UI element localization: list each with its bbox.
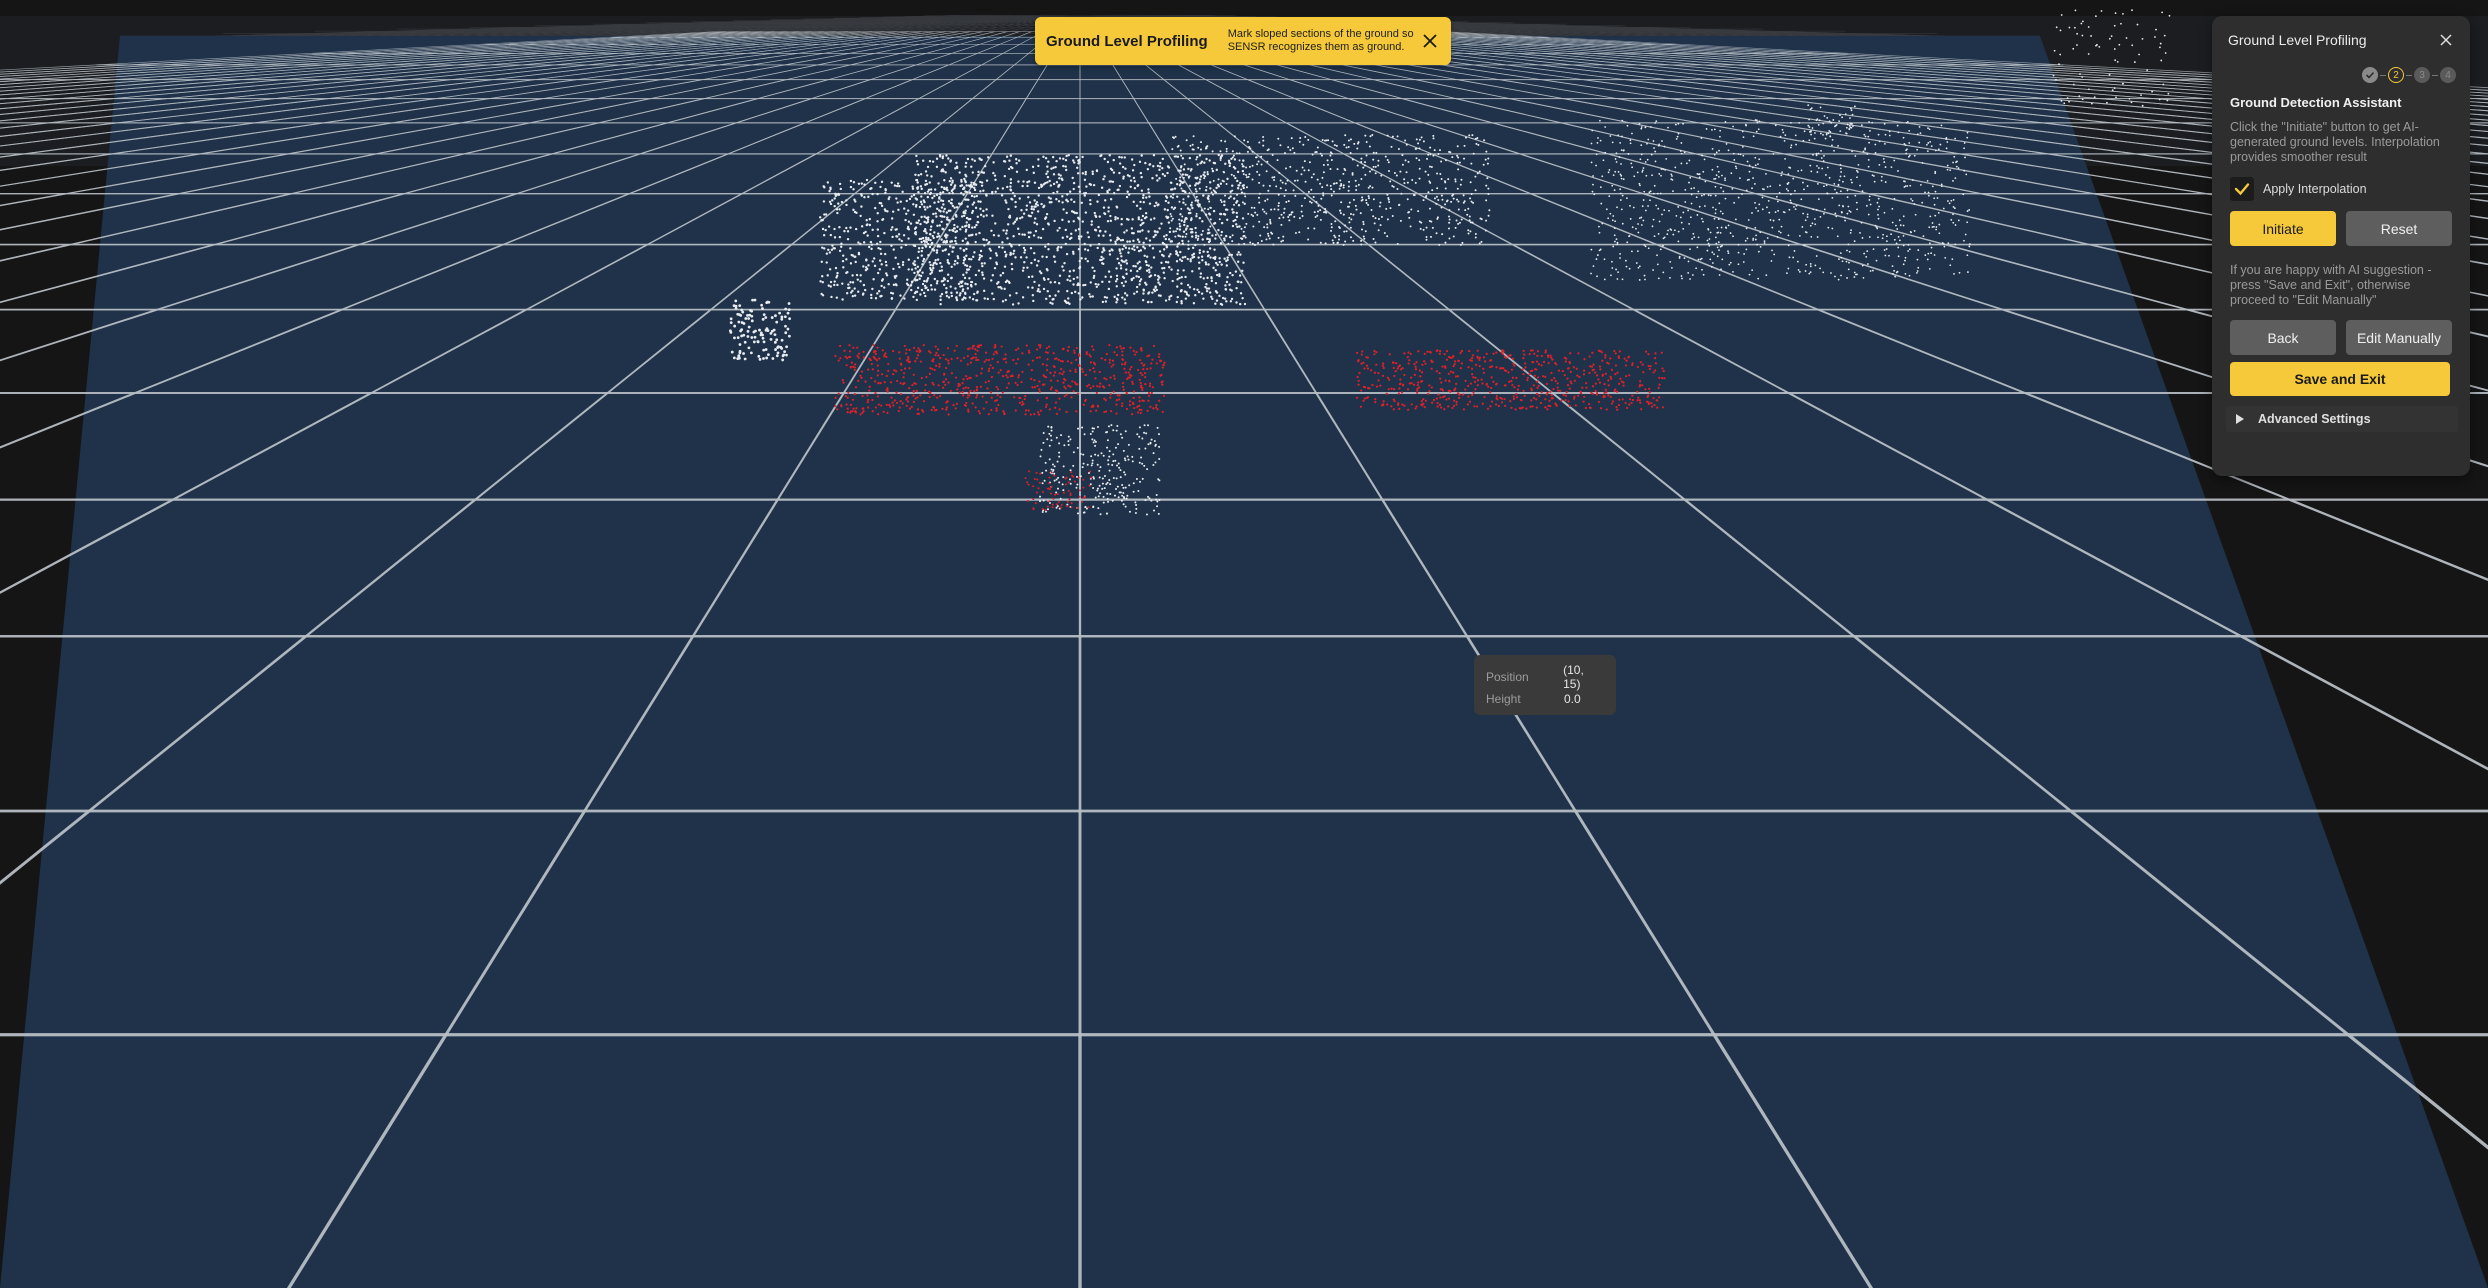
toast-message: Mark sloped sections of the ground so SE… (1227, 28, 1414, 53)
panel-title: Ground Level Profiling (2228, 32, 2367, 48)
step-3: 3 (2414, 67, 2430, 83)
reset-button[interactable]: Reset (2346, 211, 2452, 246)
check-icon (2234, 183, 2250, 196)
position-label: Position (1486, 670, 1529, 684)
step-4: 4 (2440, 67, 2456, 83)
position-value: (10, 15) (1563, 663, 1584, 691)
height-label: Height (1486, 692, 1521, 706)
advanced-settings-label: Advanced Settings (2258, 412, 2371, 426)
check-icon (2365, 71, 2375, 79)
interpolation-label: Apply Interpolation (2263, 182, 2367, 196)
ground-plane (0, 31, 2488, 1288)
advanced-settings-toggle[interactable]: Advanced Settings (2226, 406, 2458, 432)
assistant-description: Click the "Initiate" button to get AI-ge… (2230, 120, 2440, 164)
section-title: Ground Detection Assistant (2230, 95, 2402, 110)
save-and-exit-button[interactable]: Save and Exit (2230, 362, 2450, 396)
height-value: 0.0 (1564, 692, 1581, 706)
interpolation-checkbox[interactable] (2230, 177, 2254, 201)
close-icon[interactable] (2436, 30, 2456, 50)
panel-header: Ground Level Profiling (2228, 16, 2456, 64)
back-button[interactable]: Back (2230, 320, 2336, 355)
caret-right-icon (2236, 414, 2244, 424)
close-icon[interactable] (1421, 30, 1439, 52)
interpolation-option[interactable]: Apply Interpolation (2230, 177, 2452, 201)
toast-title: Ground Level Profiling (1046, 32, 1208, 50)
cursor-tooltip: Position (10, 15) Height 0.0 (1474, 655, 1616, 715)
step-1 (2362, 67, 2378, 83)
3d-viewport[interactable] (0, 0, 2488, 1288)
info-toast: Ground Level Profiling Mark sloped secti… (1035, 17, 1451, 65)
ground-profiling-panel: Ground Level Profiling 2 3 4 Ground Dete… (2212, 16, 2470, 476)
initiate-button[interactable]: Initiate (2230, 211, 2336, 246)
save-description: If you are happy with AI suggestion - pr… (2230, 263, 2432, 307)
step-2: 2 (2388, 67, 2404, 83)
stepper: 2 3 4 (2230, 64, 2456, 86)
edit-manually-button[interactable]: Edit Manually (2346, 320, 2452, 355)
